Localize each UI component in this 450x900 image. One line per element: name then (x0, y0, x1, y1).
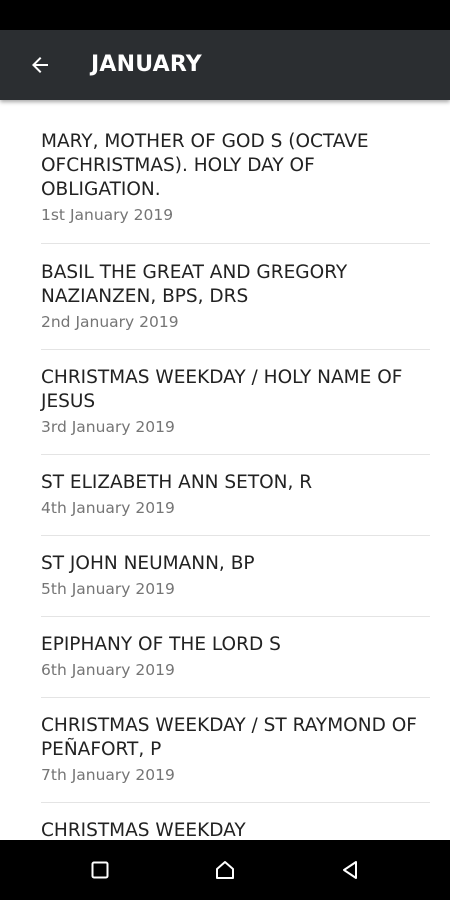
feast-list[interactable]: MARY, MOTHER OF GOD S (OCTAVE OFCHRISTMA… (0, 100, 450, 840)
feast-list-item[interactable]: CHRISTMAS WEEKDAY / ST RAYMOND OF PEÑAFO… (41, 698, 430, 803)
feast-list-item[interactable]: ST ELIZABETH ANN SETON, R 4th January 201… (41, 455, 430, 536)
page-title: JANUARY (91, 52, 202, 77)
feast-list-item[interactable]: CHRISTMAS WEEKDAY (41, 803, 430, 840)
feast-date: 3rd January 2019 (41, 418, 175, 436)
feast-title: EPIPHANY OF THE LORD S (41, 634, 281, 655)
home-button[interactable] (209, 854, 241, 886)
recents-button[interactable] (84, 854, 116, 886)
feast-title: ST JOHN NEUMANN, BP (41, 553, 255, 574)
back-triangle-icon (343, 861, 357, 879)
feast-date: 6th January 2019 (41, 661, 175, 679)
feast-title: CHRISTMAS WEEKDAY / ST RAYMOND OF PEÑAFO… (41, 715, 417, 760)
feast-date: 7th January 2019 (41, 766, 175, 784)
home-icon (216, 861, 234, 879)
feast-list-item[interactable]: MARY, MOTHER OF GOD S (OCTAVE OFCHRISTMA… (41, 130, 430, 244)
feast-title: CHRISTMAS WEEKDAY / HOLY NAME OF JESUS (41, 367, 403, 412)
feast-title: ST ELIZABETH ANN SETON, R (41, 472, 313, 493)
feast-date: 5th January 2019 (41, 580, 175, 598)
feast-list-item[interactable]: BASIL THE GREAT AND GREGORY NAZIANZEN, B… (41, 244, 430, 350)
app-bar: JANUARY (0, 30, 450, 100)
system-nav-bar (0, 840, 450, 900)
feast-title: CHRISTMAS WEEKDAY (41, 820, 246, 840)
feast-list-item[interactable]: CHRISTMAS WEEKDAY / HOLY NAME OF JESUS 3r… (41, 350, 430, 455)
feast-title: MARY, MOTHER OF GOD S (OCTAVE OFCHRISTMA… (41, 131, 369, 200)
feast-date: 2nd January 2019 (41, 313, 179, 331)
nav-back-button[interactable] (334, 854, 366, 886)
feast-date: 1st January 2019 (41, 206, 174, 224)
arrow-left-icon (32, 57, 48, 73)
feast-title: BASIL THE GREAT AND GREGORY NAZIANZEN, B… (41, 262, 348, 307)
feast-date: 4th January 2019 (41, 499, 175, 517)
recents-square-icon (91, 861, 109, 879)
feast-list-item[interactable]: ST JOHN NEUMANN, BP 5th January 2019 (41, 536, 430, 617)
feast-list-item[interactable]: EPIPHANY OF THE LORD S 6th January 2019 (41, 617, 430, 698)
back-button[interactable] (18, 43, 62, 87)
status-bar (0, 0, 450, 30)
